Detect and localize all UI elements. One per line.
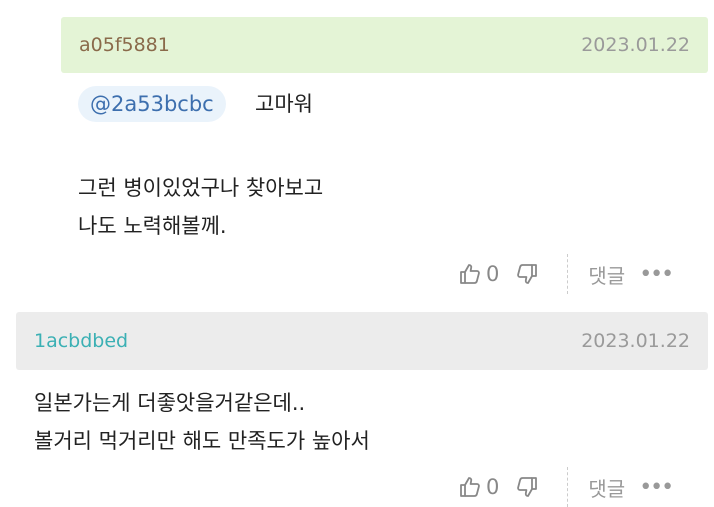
comment-like-count: 0 [486,475,500,499]
reply-body-line-1: 그런 병이있었구나 찾아보고 [78,176,324,200]
action-divider [567,467,569,507]
more-icon[interactable]: ••• [639,262,674,287]
thumbs-up-icon[interactable] [458,262,482,286]
thumbs-up-icon[interactable] [458,475,482,499]
comment-header: 1acbdbed 2023.01.22 [16,312,708,370]
comment-date: 2023.01.22 [581,330,690,352]
reply-body-line-2: 나도 노력해볼께. [78,214,227,238]
reply-date: 2023.01.22 [581,34,690,56]
mention-tag[interactable]: @2a53bcbc [78,86,226,122]
thumbs-down-icon[interactable] [515,262,539,286]
comment-body-line-1: 일본가는게 더좋앗을거같은데.. [34,391,306,415]
reply-button[interactable]: 댓글 [588,260,625,289]
reply-actions: 0 댓글 ••• [458,254,674,294]
reply-header: a05f5881 2023.01.22 [61,17,708,73]
more-icon[interactable]: ••• [639,475,674,500]
comment-actions: 0 댓글 ••• [458,467,674,507]
action-divider [567,254,569,294]
mention-message: 고마워 [255,92,313,116]
reply-author[interactable]: a05f5881 [79,34,170,56]
comment-body-line-2: 볼거리 먹거리만 해도 만족도가 높아서 [34,429,370,453]
comment-author[interactable]: 1acbdbed [34,330,128,352]
reply-button[interactable]: 댓글 [588,473,625,502]
thumbs-down-icon[interactable] [515,475,539,499]
reply-like-count: 0 [486,262,500,286]
